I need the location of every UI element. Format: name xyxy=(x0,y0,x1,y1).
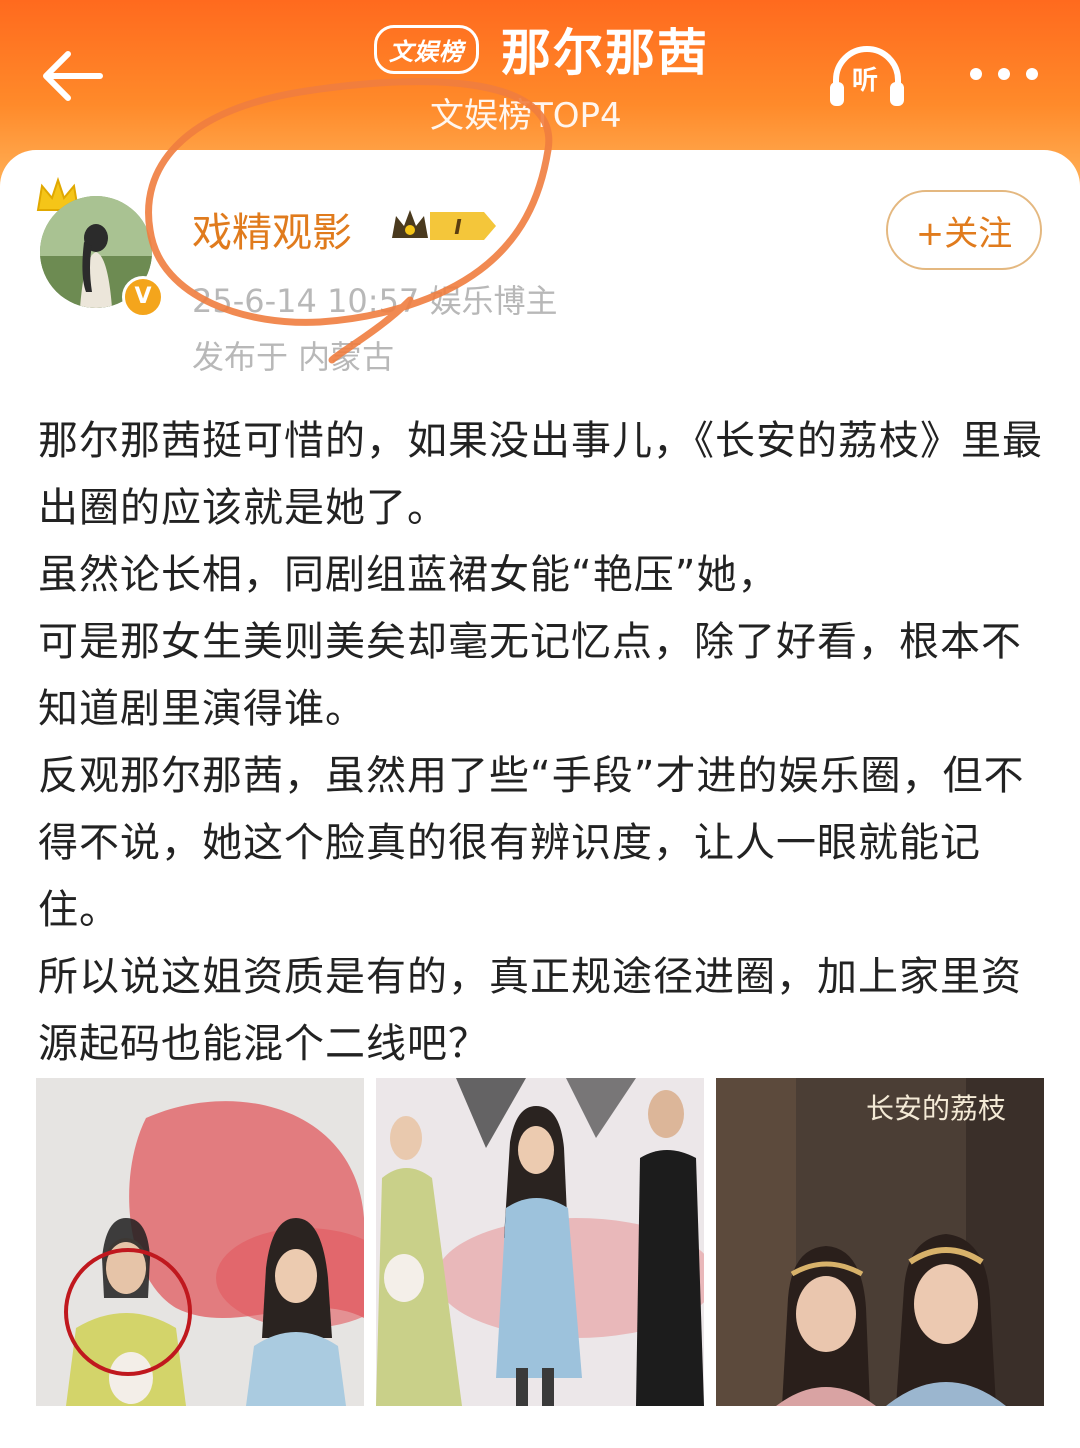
photo-stage-two-women xyxy=(36,1078,364,1406)
post-location: 发布于 内蒙古 xyxy=(192,338,395,376)
verified-badge-icon: V xyxy=(122,276,164,318)
poster-title-text: 长安的荔枝 xyxy=(866,1092,1006,1125)
post-paragraph: 所以说这姐资质是有的，真正规途径进圈，加上家里资源起码也能混个二线吧？ xyxy=(38,954,1022,1067)
post-image-2[interactable] xyxy=(376,1078,704,1406)
drama-poster-two-women: 长安的荔枝 xyxy=(716,1078,1044,1406)
post-meta: 25-6-14 10:57 娱乐博主 xyxy=(192,282,558,320)
username[interactable]: 戏精观影 xyxy=(192,200,352,258)
avatar[interactable]: V xyxy=(40,196,164,318)
category-badge: 文娱榜 xyxy=(374,24,479,74)
post-image-1[interactable] xyxy=(36,1078,364,1406)
image-grid: 长安的荔枝 xyxy=(36,1078,1046,1406)
post-paragraph: 虽然论长相，同剧组蓝裙女能“艳压”她， xyxy=(38,552,779,598)
post-image-3[interactable]: 长安的荔枝 xyxy=(716,1078,1044,1406)
post-paragraph: 反观那尔那茜，虽然用了些“手段”才进的娱乐圈，但不得不说，她这个脸真的很有辨识度… xyxy=(38,753,1025,933)
topic-title: 那尔那茜 xyxy=(501,24,709,82)
follow-button[interactable]: +关注 xyxy=(886,190,1042,270)
level-badge-icon: I xyxy=(392,210,496,240)
more-icon[interactable] xyxy=(966,62,1042,86)
level-text: I xyxy=(454,215,462,239)
back-arrow-icon[interactable] xyxy=(38,40,110,112)
post-paragraph: 可是那女生美则美矣却毫无记忆点，除了好看，根本不知道剧里演得谁。 xyxy=(38,619,1022,732)
listen-label: 听 xyxy=(852,66,879,96)
post-body: 那尔那茜挺可惜的，如果没出事儿，《长安的荔枝》里最出圈的应该就是她了。 虽然论长… xyxy=(38,408,1048,1078)
topic-title-group: 文娱榜 那尔那茜 xyxy=(374,18,709,82)
rank-text: 文娱榜TOP4 xyxy=(430,96,622,136)
photo-event-three-people xyxy=(376,1078,704,1406)
post-paragraph: 那尔那茜挺可惜的，如果没出事儿，《长安的荔枝》里最出圈的应该就是她了。 xyxy=(38,418,1043,531)
